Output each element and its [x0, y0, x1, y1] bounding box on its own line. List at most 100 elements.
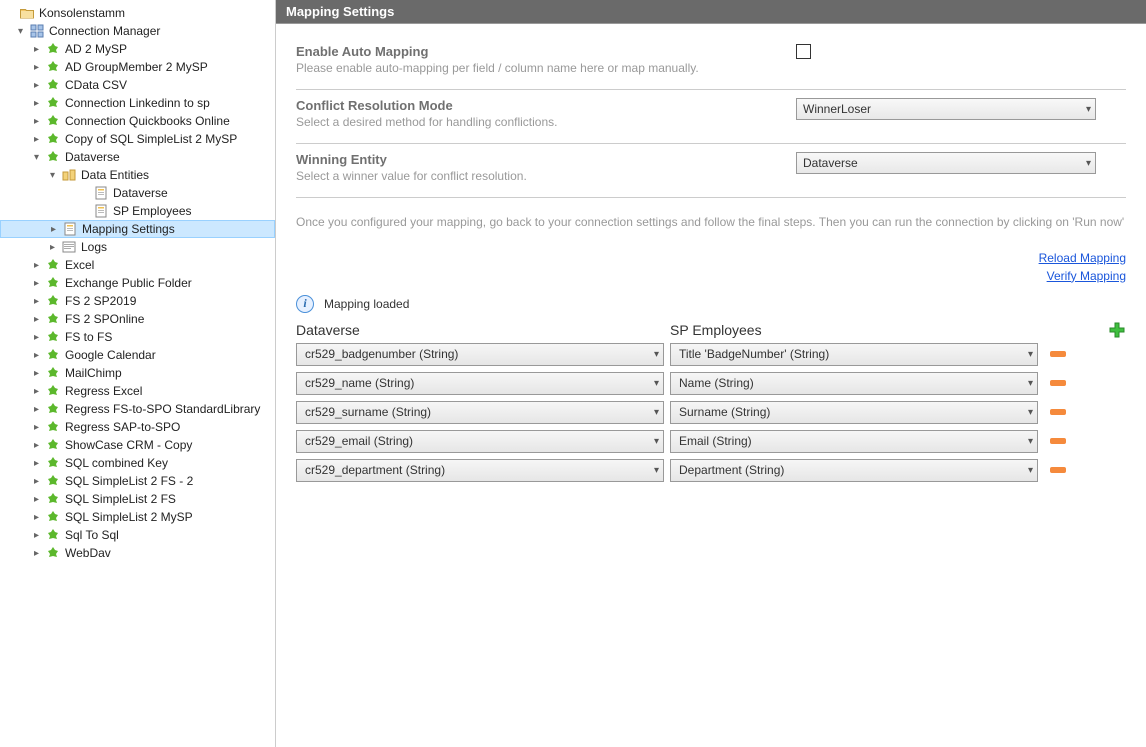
tree-item[interactable]: ▸ShowCase CRM - Copy [0, 436, 275, 454]
expander-icon[interactable]: ▸ [30, 43, 43, 56]
chevron-down-icon: ▾ [654, 349, 659, 360]
green-icon [45, 437, 61, 453]
chevron-down-icon: ▾ [1086, 158, 1091, 169]
expander-icon[interactable]: ▸ [47, 223, 60, 236]
green-icon [45, 257, 61, 273]
tree-item[interactable]: ▸Exchange Public Folder [0, 274, 275, 292]
conflict-mode-dropdown[interactable]: WinnerLoser ▾ [796, 98, 1096, 120]
tree-label: Copy of SQL SimpleList 2 MySP [65, 132, 237, 146]
folder-icon [19, 5, 35, 21]
tree-connmgr[interactable]: ▾ Connection Manager [0, 22, 275, 40]
tree-item[interactable]: ▸FS 2 SPOnline [0, 310, 275, 328]
mapping-left-select[interactable]: cr529_email (String)▾ [296, 430, 664, 453]
mapping-right-select[interactable]: Email (String)▾ [670, 430, 1038, 453]
reload-mapping-link[interactable]: Reload Mapping [296, 251, 1126, 265]
expander-icon[interactable]: ▸ [30, 421, 43, 434]
expander-icon[interactable]: ▾ [14, 25, 27, 38]
mapping-left-select[interactable]: cr529_department (String)▾ [296, 459, 664, 482]
tree-item[interactable]: ▸Mapping Settings [0, 220, 275, 238]
tree-sidebar: ▸ Konsolenstamm ▾ Connection Manager ▸AD… [0, 0, 276, 747]
expander-icon[interactable]: ▾ [46, 169, 59, 182]
tree-item[interactable]: ▸Regress SAP-to-SPO [0, 418, 275, 436]
page-icon [93, 185, 109, 201]
auto-mapping-checkbox[interactable] [796, 44, 811, 59]
verify-mapping-link[interactable]: Verify Mapping [296, 269, 1126, 283]
expander-icon[interactable]: ▸ [30, 259, 43, 272]
tree-item[interactable]: ▸Connection Linkedinn to sp [0, 94, 275, 112]
expander-icon[interactable]: ▾ [30, 151, 43, 164]
tree-item[interactable]: ▸ FS to FS [0, 328, 275, 346]
mapping-left-select[interactable]: cr529_surname (String)▾ [296, 401, 664, 424]
tree-item[interactable]: ▾Data Entities [0, 166, 275, 184]
green-icon [45, 113, 61, 129]
tree-item[interactable]: ▸ CData CSV [0, 76, 275, 94]
mapping-left-select[interactable]: cr529_badgenumber (String)▾ [296, 343, 664, 366]
expander-icon[interactable]: ▸ [30, 97, 43, 110]
expander-icon[interactable]: ▸ [30, 547, 43, 560]
expander-icon[interactable]: ▸ [30, 295, 43, 308]
mapping-right-select[interactable]: Surname (String)▾ [670, 401, 1038, 424]
mapping-row: cr529_department (String)▾ Department (St… [296, 459, 1126, 482]
expander-icon[interactable]: ▸ [30, 277, 43, 290]
tree-item[interactable]: ▸Regress FS-to-SPO StandardLibrary [0, 400, 275, 418]
delete-mapping-button[interactable] [1048, 434, 1068, 448]
add-mapping-button[interactable] [1108, 321, 1126, 339]
winning-entity-dropdown[interactable]: Dataverse ▾ [796, 152, 1096, 174]
delete-mapping-button[interactable] [1048, 463, 1068, 477]
delete-mapping-button[interactable] [1048, 376, 1068, 390]
tree-item[interactable]: ▾ Dataverse [0, 148, 275, 166]
tree-label: FS to FS [65, 330, 112, 344]
expander-icon[interactable]: ▸ [46, 241, 59, 254]
tree-item[interactable]: ▸SQL SimpleList 2 FS [0, 490, 275, 508]
tree-item[interactable]: ▸ Copy of SQL SimpleList 2 MySP [0, 130, 275, 148]
green-icon [45, 383, 61, 399]
expander-icon[interactable]: ▸ [30, 403, 43, 416]
expander-icon[interactable]: ▸ [30, 331, 43, 344]
expander-icon[interactable]: ▸ [30, 493, 43, 506]
tree-label: MailChimp [65, 366, 122, 380]
expander-icon[interactable]: ▸ [30, 61, 43, 74]
expander-icon[interactable]: ▸ [30, 79, 43, 92]
tree-root[interactable]: ▸ Konsolenstamm [0, 4, 275, 22]
main-panel: Mapping Settings Enable Auto Mapping Ple… [276, 0, 1146, 747]
setting-title: Conflict Resolution Mode [296, 98, 776, 113]
tree-item[interactable]: ▸WebDav [0, 544, 275, 562]
tree-item[interactable]: ▸AD GroupMember 2 MySP [0, 58, 275, 76]
tree-item[interactable]: ▸ Logs [0, 238, 275, 256]
expander-icon[interactable]: ▸ [30, 439, 43, 452]
tree-item[interactable]: ▸Connection Quickbooks Online [0, 112, 275, 130]
mapping-right-select[interactable]: Department (String)▾ [670, 459, 1038, 482]
expander-icon[interactable]: ▸ [30, 529, 43, 542]
tree-label: CData CSV [65, 78, 127, 92]
tree-item[interactable]: ▸ MailChimp [0, 364, 275, 382]
tree-item[interactable]: ▸Sql To Sql [0, 526, 275, 544]
tree-item[interactable]: SP Employees [0, 202, 275, 220]
tree-item[interactable]: ▸AD 2 MySP [0, 40, 275, 58]
expander-icon[interactable]: ▸ [30, 457, 43, 470]
expander-icon[interactable]: ▸ [30, 349, 43, 362]
tree-label: Dataverse [65, 150, 120, 164]
tree-item[interactable]: ▸SQL combined Key [0, 454, 275, 472]
mapping-left-select[interactable]: cr529_name (String)▾ [296, 372, 664, 395]
expander-icon[interactable]: ▸ [30, 115, 43, 128]
expander-icon[interactable]: ▸ [30, 313, 43, 326]
setting-desc: Select a desired method for handling con… [296, 115, 776, 129]
tree-item[interactable]: ▸Google Calendar [0, 346, 275, 364]
tree-item[interactable]: ▸SQL SimpleList 2 FS - 2 [0, 472, 275, 490]
tree-item[interactable]: ▸Excel [0, 256, 275, 274]
delete-mapping-button[interactable] [1048, 405, 1068, 419]
info-icon: i [296, 295, 314, 313]
expander-icon[interactable]: ▸ [30, 475, 43, 488]
expander-icon[interactable]: ▸ [30, 385, 43, 398]
expander-icon[interactable]: ▸ [30, 367, 43, 380]
tree-item[interactable]: Dataverse [0, 184, 275, 202]
mapping-right-select[interactable]: Title 'BadgeNumber' (String)▾ [670, 343, 1038, 366]
tree-item[interactable]: ▸FS 2 SP2019 [0, 292, 275, 310]
tree-label: Logs [81, 240, 107, 254]
tree-item[interactable]: ▸SQL SimpleList 2 MySP [0, 508, 275, 526]
expander-icon[interactable]: ▸ [30, 133, 43, 146]
delete-mapping-button[interactable] [1048, 347, 1068, 361]
tree-item[interactable]: ▸Regress Excel [0, 382, 275, 400]
expander-icon[interactable]: ▸ [30, 511, 43, 524]
mapping-right-select[interactable]: Name (String)▾ [670, 372, 1038, 395]
